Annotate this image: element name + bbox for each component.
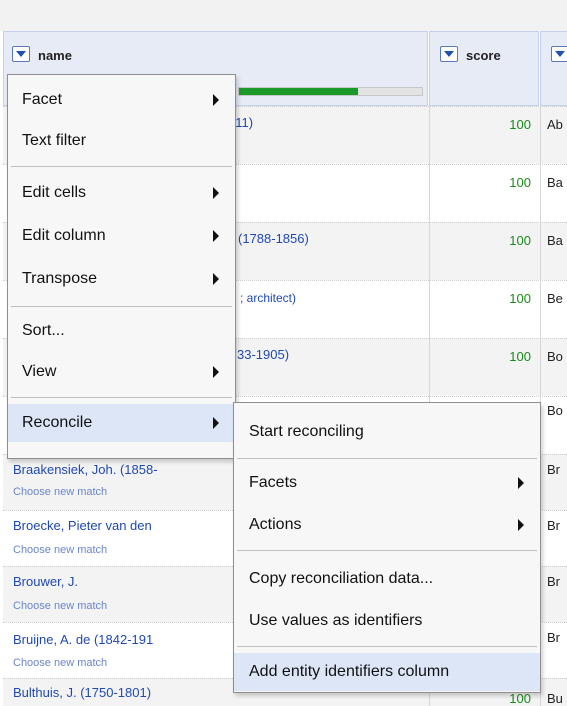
cell-next: Br <box>547 630 560 645</box>
cell-next: Bo <box>547 349 563 364</box>
menu-item-sort[interactable]: Sort... <box>8 312 235 350</box>
menu-item-facets[interactable]: Facets <box>234 464 540 502</box>
cell-next: Be <box>547 291 563 306</box>
next-column-dropdown-icon[interactable] <box>551 46 567 62</box>
score-dropdown-icon[interactable] <box>440 46 458 62</box>
submenu-arrow-icon <box>213 230 219 242</box>
menu-item-label: Reconcile <box>22 414 93 431</box>
cell-next: Bo <box>547 403 563 418</box>
reconcile-submenu: Start reconciling Facets Actions Copy re… <box>233 402 541 693</box>
column-header-score: score <box>429 31 539 106</box>
menu-item-edit-cells[interactable]: Edit cells <box>8 174 235 212</box>
cell-name[interactable]: Bulthuis, J. (1750-1801) <box>13 685 151 700</box>
menu-separator <box>11 166 232 167</box>
cell-name[interactable]: 33-1905) <box>237 347 289 362</box>
cell-name[interactable]: Braakensiek, Joh. (1858- <box>13 462 158 477</box>
column-menu-dropdown-icon[interactable] <box>12 46 30 62</box>
cell-next: Ab <box>547 117 563 132</box>
submenu-arrow-icon <box>518 477 524 489</box>
column-context-menu: Facet Text filter Edit cells Edit column… <box>7 74 236 459</box>
menu-item-label: Start reconciling <box>249 423 364 440</box>
column-title-score: score <box>466 48 501 63</box>
cell-score: 100 <box>509 349 531 364</box>
choose-new-match-link[interactable]: Choose new match <box>13 600 107 612</box>
column-header-next <box>540 31 567 106</box>
menu-item-add-entity-identifiers-column[interactable]: Add entity identifiers column <box>234 653 540 691</box>
menu-separator <box>237 646 537 647</box>
cell-next: Bu <box>547 691 563 706</box>
menu-item-label: Facet <box>22 91 63 108</box>
menu-item-label: Facets <box>249 474 298 491</box>
cell-name[interactable]: (1788-1856) <box>238 231 309 246</box>
cell-name[interactable]: Brouwer, J. <box>13 574 78 589</box>
menu-item-actions[interactable]: Actions <box>234 506 540 544</box>
menu-item-label: Text filter <box>22 132 87 149</box>
menu-item-use-values-as-identifiers[interactable]: Use values as identifiers <box>234 602 540 640</box>
choose-new-match-link[interactable]: Choose new match <box>13 486 107 498</box>
menu-item-reconcile[interactable]: Reconcile <box>8 404 235 442</box>
submenu-arrow-icon <box>213 273 219 285</box>
cell-name[interactable]: ; architect) <box>240 291 296 305</box>
menu-item-label: Add entity identifiers column <box>249 663 450 680</box>
menu-item-facet[interactable]: Facet <box>8 81 235 119</box>
cell-next: Ba <box>547 175 563 190</box>
menu-item-label: Transpose <box>22 270 97 287</box>
menu-item-copy-reconciliation-data[interactable]: Copy reconciliation data... <box>234 560 540 598</box>
menu-item-label: Edit cells <box>22 184 87 201</box>
cell-score: 100 <box>509 291 531 306</box>
menu-separator <box>11 397 232 398</box>
submenu-arrow-icon <box>213 417 219 429</box>
menu-item-edit-column[interactable]: Edit column <box>8 217 235 255</box>
menu-item-text-filter[interactable]: Text filter <box>8 122 235 160</box>
cell-next: Br <box>547 462 560 477</box>
menu-item-label: Sort... <box>22 322 65 339</box>
submenu-arrow-icon <box>213 366 219 378</box>
menu-item-label: Copy reconciliation data... <box>249 570 434 587</box>
submenu-arrow-icon <box>213 187 219 199</box>
choose-new-match-link[interactable]: Choose new match <box>13 544 107 556</box>
cell-score: 100 <box>509 117 531 132</box>
menu-item-start-reconciling[interactable]: Start reconciling <box>234 413 540 451</box>
menu-item-view[interactable]: View <box>8 353 235 391</box>
menu-item-label: Actions <box>249 516 302 533</box>
reconciliation-progress-bar <box>238 87 423 96</box>
menu-item-transpose[interactable]: Transpose <box>8 260 235 298</box>
progress-fill <box>239 88 358 95</box>
cell-name[interactable]: Bruijne, A. de (1842-191 <box>13 632 153 647</box>
cell-score: 100 <box>509 233 531 248</box>
cell-score: 100 <box>509 175 531 190</box>
menu-separator <box>11 306 232 307</box>
cell-next: Ba <box>547 233 563 248</box>
column-title-name: name <box>38 48 72 63</box>
menu-separator <box>237 458 537 459</box>
submenu-arrow-icon <box>213 94 219 106</box>
cell-next: Br <box>547 574 560 589</box>
submenu-arrow-icon <box>518 519 524 531</box>
cell-score: 100 <box>509 691 531 706</box>
cell-next: Br <box>547 518 560 533</box>
cell-name[interactable]: Broecke, Pieter van den <box>13 518 152 533</box>
menu-item-label: View <box>22 363 57 380</box>
menu-separator <box>237 550 537 551</box>
menu-item-label: Edit column <box>22 227 106 244</box>
top-bar <box>0 0 567 31</box>
menu-item-label: Use values as identifiers <box>249 612 423 629</box>
choose-new-match-link[interactable]: Choose new match <box>13 657 107 669</box>
